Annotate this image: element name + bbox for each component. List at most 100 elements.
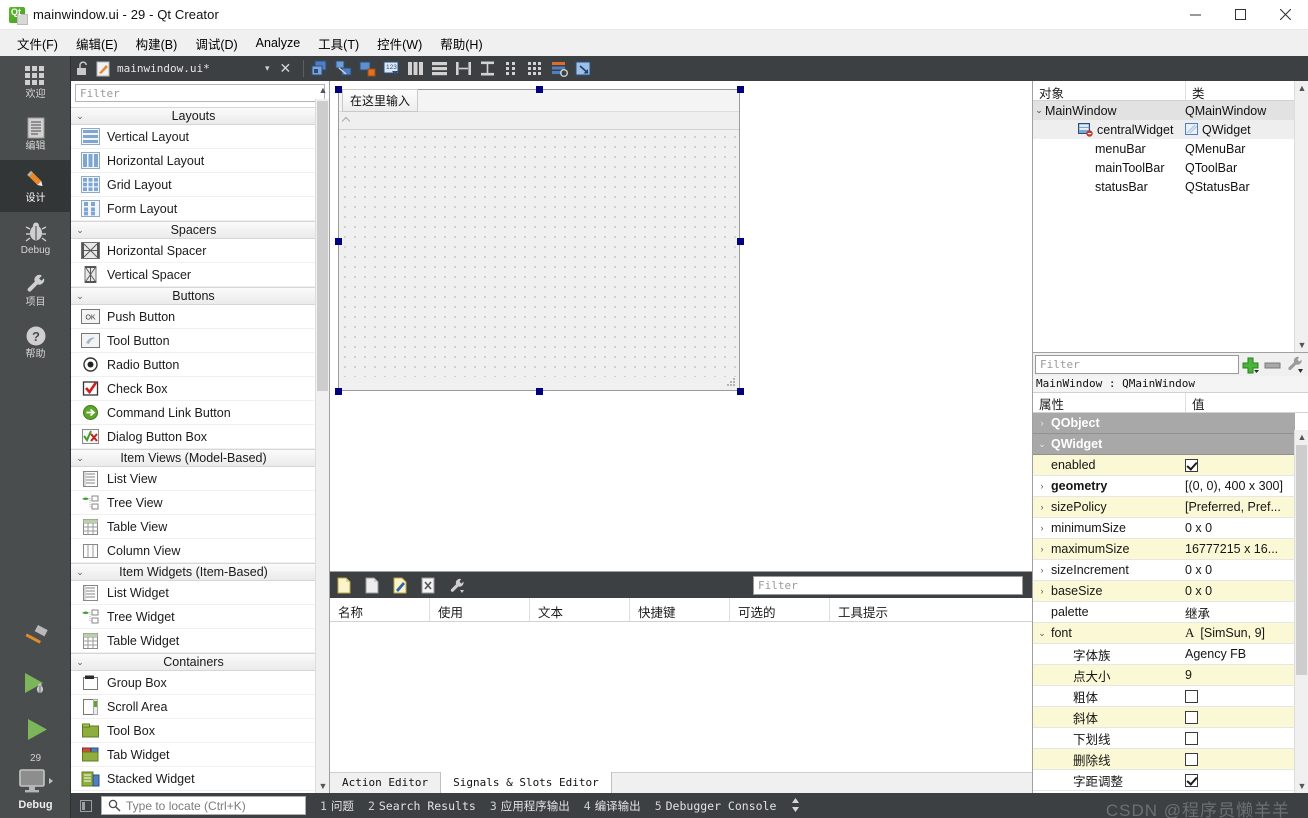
property-row-maximumsize[interactable]: › maximumSize 16777215 x 16...	[1033, 539, 1295, 560]
strikeout-checkbox[interactable]	[1185, 752, 1198, 766]
close-button[interactable]	[1263, 0, 1308, 30]
form-editor-canvas[interactable]: 在这里输入	[330, 81, 1032, 571]
chevron-right-icon[interactable]: ›	[1033, 502, 1051, 512]
property-row-font[interactable]: ⌄ font A [SimSun, 9]	[1033, 623, 1295, 644]
maximize-button[interactable]	[1218, 0, 1263, 30]
widget-item-tree-widget[interactable]: Tree Widget	[71, 605, 316, 629]
widget-item-dialog-button-box[interactable]: Dialog Button Box	[71, 425, 316, 449]
widget-item-push-button[interactable]: OK Push Button	[71, 305, 316, 329]
sidebar-toggle-icon[interactable]	[80, 799, 92, 812]
output-pane-debugger-console[interactable]: 5 Debugger Console	[655, 799, 777, 813]
action-col-checkable[interactable]: 可选的	[730, 598, 830, 621]
menu-help[interactable]: 帮助(H)	[431, 31, 491, 56]
widget-category-buttons[interactable]: ⌄ Buttons	[71, 287, 316, 305]
property-value[interactable]: 9	[1185, 668, 1192, 682]
chevron-right-icon[interactable]: ›	[1033, 565, 1051, 575]
property-row-sizepolicy[interactable]: › sizePolicy [Preferred, Pref...	[1033, 497, 1295, 518]
action-col-used[interactable]: 使用	[430, 598, 530, 621]
selection-handle-top-right[interactable]	[737, 86, 744, 93]
widget-box-scrollbar[interactable]: ▲ ▼	[315, 85, 329, 793]
widget-item-form-layout[interactable]: Form Layout	[71, 197, 316, 221]
widget-item-vertical-layout[interactable]: Vertical Layout	[71, 125, 316, 149]
layout-horizontally-icon[interactable]	[403, 56, 427, 81]
scrollbar-thumb[interactable]	[1296, 445, 1307, 675]
property-group-qobject[interactable]: › QObject	[1033, 413, 1295, 434]
updown-arrows-icon[interactable]	[790, 797, 801, 814]
chevron-down-icon[interactable]: ⌄	[1033, 439, 1051, 450]
minimize-button[interactable]	[1173, 0, 1218, 30]
minus-icon[interactable]	[1261, 353, 1283, 376]
action-table-body[interactable]	[330, 622, 1032, 768]
build-button[interactable]	[0, 615, 71, 661]
layout-vertical-splitter-icon[interactable]	[475, 56, 499, 81]
widget-item-tool-box[interactable]: Tool Box	[71, 719, 316, 743]
scroll-up-icon[interactable]: ▲	[316, 83, 330, 97]
delete-action-icon[interactable]	[414, 572, 442, 598]
chevron-down-icon[interactable]: ⌄	[1033, 628, 1051, 639]
property-row-palette[interactable]: palette 继承	[1033, 602, 1295, 623]
property-value[interactable]: A [SimSun, 9]	[1185, 625, 1265, 641]
selection-handle-bottom-right[interactable]	[737, 388, 744, 395]
target-selector[interactable]	[0, 765, 71, 799]
form-toolbar[interactable]	[339, 112, 739, 130]
edit-tab-order-icon[interactable]: 123	[379, 56, 403, 81]
mainwindow-form[interactable]: 在这里输入	[338, 89, 740, 391]
menu-tools[interactable]: 工具(T)	[309, 31, 368, 56]
widget-item-table-widget[interactable]: Table Widget	[71, 629, 316, 653]
kerning-checkbox[interactable]	[1185, 773, 1198, 787]
widget-item-table-view[interactable]: Table View	[71, 515, 316, 539]
chevron-right-icon[interactable]: ›	[1033, 481, 1051, 491]
scroll-up-icon[interactable]: ▲	[1295, 81, 1308, 95]
property-value[interactable]: 16777215 x 16...	[1185, 542, 1278, 556]
menu-build[interactable]: 构建(B)	[127, 31, 187, 56]
widget-category-item-views[interactable]: ⌄ Item Views (Model-Based)	[71, 449, 316, 467]
widget-item-radio-button[interactable]: Radio Button	[71, 353, 316, 377]
menu-file[interactable]: 文件(F)	[8, 31, 67, 56]
locator-input[interactable]: Type to locate (Ctrl+K)	[101, 796, 306, 815]
widget-item-tab-widget[interactable]: Tab Widget	[71, 743, 316, 767]
layout-vertically-icon[interactable]	[427, 56, 451, 81]
widget-category-spacers[interactable]: ⌄ Spacers	[71, 221, 316, 239]
start-debugging-button[interactable]	[0, 661, 71, 707]
menu-edit[interactable]: 编辑(E)	[67, 31, 127, 56]
property-value[interactable]: Agency FB	[1185, 647, 1246, 661]
oi-col-class[interactable]: 类	[1185, 81, 1293, 101]
type-here-placeholder[interactable]: 在这里输入	[342, 89, 419, 112]
chevron-right-icon[interactable]: ›	[1033, 523, 1051, 533]
underline-checkbox[interactable]	[1185, 731, 1198, 745]
layout-horizontal-splitter-icon[interactable]	[451, 56, 475, 81]
layout-form-icon[interactable]	[499, 56, 523, 81]
new-action-icon[interactable]	[330, 572, 358, 598]
property-value[interactable]: 继承	[1185, 603, 1210, 622]
scroll-up-icon[interactable]: ▲	[1295, 430, 1308, 444]
widget-item-column-view[interactable]: Column View	[71, 539, 316, 563]
unlocked-icon[interactable]	[71, 61, 93, 76]
widget-item-horizontal-spacer[interactable]: Horizontal Spacer	[71, 239, 316, 263]
property-value[interactable]: 0 x 0	[1185, 584, 1212, 598]
form-central-widget[interactable]	[339, 131, 739, 377]
widget-item-grid-layout[interactable]: Grid Layout	[71, 173, 316, 197]
tab-action-editor[interactable]: Action Editor	[330, 772, 440, 793]
enabled-checkbox[interactable]	[1185, 458, 1198, 472]
scrollbar-thumb[interactable]	[317, 101, 328, 391]
adjust-size-icon[interactable]	[571, 56, 595, 81]
property-editor-scrollbar[interactable]: ▲ ▼	[1294, 430, 1308, 793]
property-row-italic[interactable]: 斜体	[1033, 707, 1295, 728]
property-row-geometry[interactable]: › geometry [(0, 0), 400 x 300]	[1033, 476, 1295, 497]
object-inspector-scrollbar[interactable]: ▲ ▼	[1294, 81, 1308, 352]
widget-item-check-box[interactable]: Check Box	[71, 377, 316, 401]
property-row-kerning[interactable]: 字距调整	[1033, 770, 1295, 791]
widget-category-containers[interactable]: ⌄ Containers	[71, 653, 316, 671]
scroll-down-icon[interactable]: ▼	[1295, 338, 1308, 352]
plus-icon[interactable]	[1239, 353, 1261, 376]
selection-handle-left-center[interactable]	[335, 238, 342, 245]
mode-projects[interactable]: 项目	[0, 264, 71, 316]
widget-item-stacked-widget[interactable]: Stacked Widget	[71, 767, 316, 791]
action-col-name[interactable]: 名称	[330, 598, 430, 621]
italic-checkbox[interactable]	[1185, 710, 1198, 724]
mode-debug[interactable]: Debug	[0, 212, 71, 264]
run-button[interactable]	[0, 707, 71, 753]
chevron-down-icon[interactable]: ▾	[265, 63, 270, 74]
object-row-mainwindow[interactable]: ⌄ MainWindow QMainWindow	[1033, 101, 1308, 120]
object-row-menubar[interactable]: menuBar QMenuBar	[1033, 139, 1308, 158]
